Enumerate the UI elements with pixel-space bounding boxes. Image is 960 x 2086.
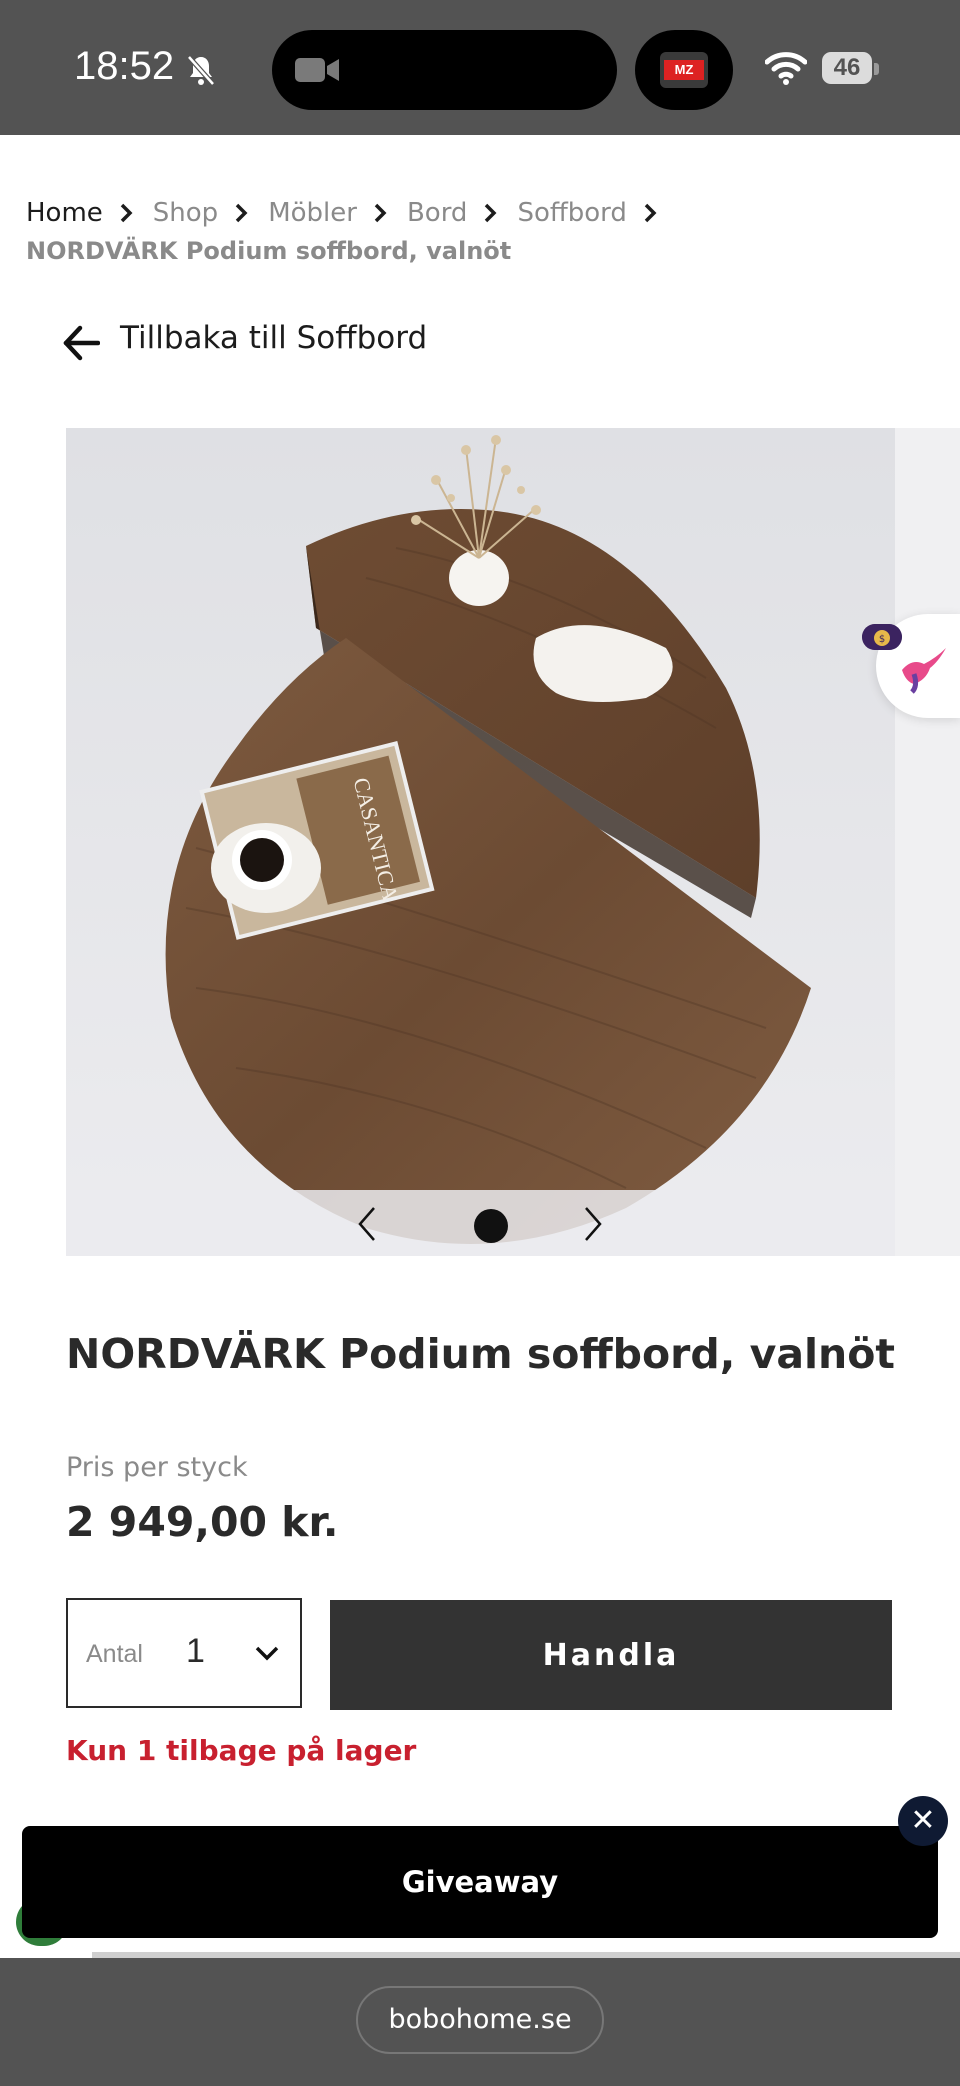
chevron-right-icon [120, 203, 133, 223]
breadcrumb-home[interactable]: Home [26, 198, 103, 228]
battery-indicator: 46 [822, 52, 872, 84]
stock-warning: Kun 1 tilbage på lager [66, 1734, 417, 1767]
arrow-left-icon[interactable] [62, 324, 100, 362]
bell-muted-icon [187, 55, 215, 86]
wifi-icon [765, 52, 807, 85]
product-title: NORDVÄRK Podium soffbord, valnöt [66, 1330, 895, 1378]
chevron-down-icon [255, 1646, 279, 1661]
chevron-right-icon [485, 203, 497, 223]
breadcrumb-mobler[interactable]: Möbler [268, 198, 357, 228]
price-label: Pris per styck [66, 1452, 248, 1483]
chevron-left-icon[interactable] [356, 1206, 378, 1242]
breadcrumb-soffbord[interactable]: Soffbord [517, 198, 626, 228]
back-to-category-link[interactable]: Tillbaka till Soffbord [120, 320, 427, 356]
quantity-value: 1 [186, 1632, 205, 1670]
breadcrumb-current: NORDVÄRK Podium soffbord, valnöt [26, 237, 512, 265]
app-thumbnail-icon: MZ [660, 52, 708, 88]
giveaway-banner[interactable]: Giveaway [22, 1826, 938, 1938]
product-image[interactable]: CASANTICA [66, 428, 895, 1256]
quantity-label: Antal [86, 1640, 143, 1668]
chevron-right-icon [644, 203, 657, 223]
svg-text:$: $ [879, 634, 885, 645]
product-price: 2 949,00 kr. [66, 1498, 339, 1546]
breadcrumb: Home Shop Möbler Bord Soffbord NORDVÄRK Podi… [26, 194, 706, 270]
video-camera-icon [295, 58, 339, 82]
add-to-cart-button[interactable]: Handla [330, 1600, 892, 1710]
battery-tip [874, 63, 879, 75]
close-icon[interactable]: ✕ [898, 1796, 948, 1846]
chevron-right-icon [235, 203, 248, 223]
url-bar[interactable]: bobohome.se [356, 1986, 604, 2054]
breadcrumb-bord[interactable]: Bord [407, 198, 467, 228]
chevron-right-icon [374, 203, 387, 223]
status-time: 18:52 [74, 44, 175, 88]
hummingbird-icon [902, 648, 946, 694]
product-photo-walnut-coffee-table: CASANTICA [66, 428, 895, 1256]
next-image-peek [895, 428, 960, 1256]
chevron-right-icon[interactable] [582, 1206, 604, 1242]
breadcrumb-shop[interactable]: Shop [153, 198, 218, 228]
gallery-dot-active[interactable] [474, 1209, 508, 1243]
